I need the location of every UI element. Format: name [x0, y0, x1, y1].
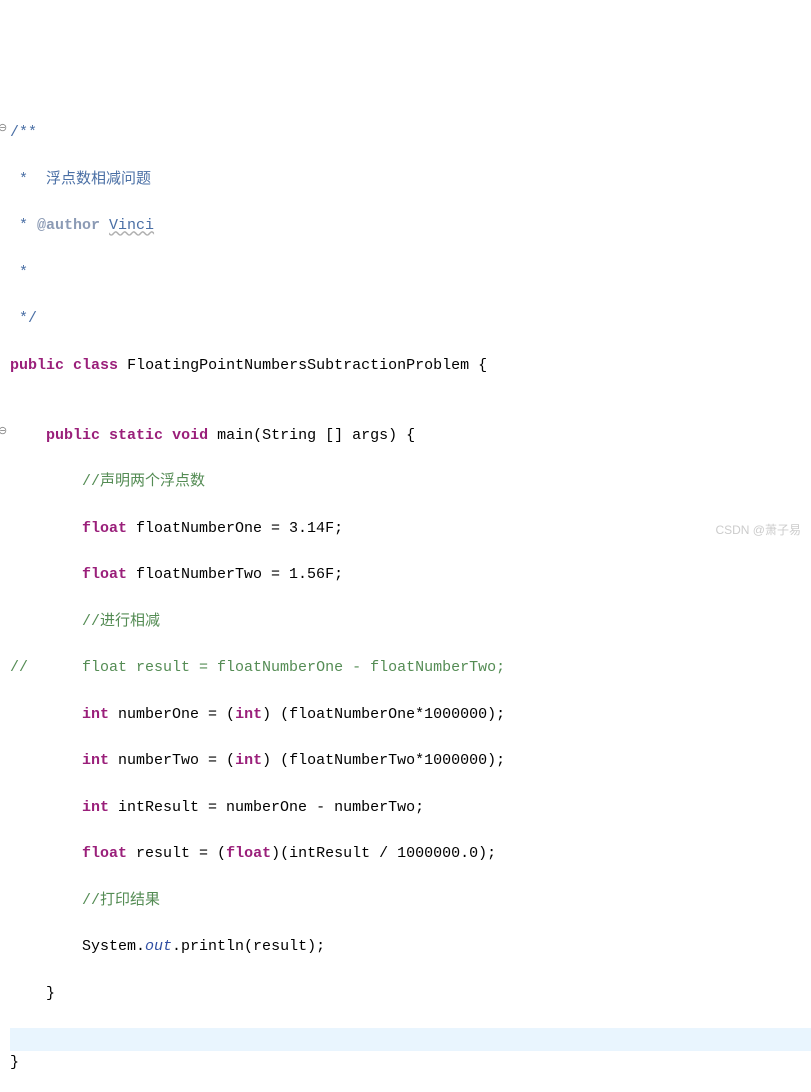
- indent: [10, 473, 82, 490]
- fold-indicator: ⊖: [0, 424, 7, 441]
- javadoc-star: *: [10, 264, 28, 281]
- decl-int1-tail: ) (floatNumberOne*1000000);: [262, 706, 505, 723]
- out-field: out: [145, 938, 172, 955]
- kw-class: class: [73, 357, 118, 374]
- comment-declare: //声明两个浮点数: [82, 473, 205, 490]
- javadoc-desc: 浮点数相减问题: [46, 171, 151, 188]
- brace-open: {: [469, 357, 487, 374]
- indent: [10, 799, 82, 816]
- indent: [10, 938, 82, 955]
- kw-float-cast: float: [226, 845, 271, 862]
- indent: [10, 613, 82, 630]
- javadoc-star: *: [10, 217, 37, 234]
- kw-int-cast: int: [235, 706, 262, 723]
- watermark: CSDN @萧子易: [715, 521, 801, 540]
- kw-int: int: [82, 799, 109, 816]
- kw-float: float: [82, 845, 127, 862]
- indent: [10, 520, 82, 537]
- decl-float2: floatNumberTwo = 1.56F;: [127, 566, 343, 583]
- comment-print: //打印结果: [82, 892, 160, 909]
- indent: [10, 706, 82, 723]
- decl-result: result = (: [127, 845, 226, 862]
- method-close: }: [10, 985, 55, 1002]
- kw-int: int: [82, 752, 109, 769]
- main-signature: main(String [] args) {: [208, 427, 415, 444]
- indent: [10, 845, 82, 862]
- kw-static: static: [109, 427, 163, 444]
- kw-public: public: [46, 427, 100, 444]
- system: System.: [82, 938, 145, 955]
- decl-intresult: intResult = numberOne - numberTwo;: [109, 799, 424, 816]
- indent: [10, 892, 82, 909]
- class-close: }: [10, 1054, 19, 1071]
- commented-out-prefix: //: [10, 659, 28, 676]
- decl-float1: floatNumberOne = 3.14F;: [127, 520, 343, 537]
- decl-result-tail: )(intResult / 1000000.0);: [271, 845, 496, 862]
- indent: [10, 427, 46, 444]
- javadoc-author-name: Vinci: [109, 217, 154, 234]
- current-line: [10, 1028, 811, 1051]
- kw-public: public: [10, 357, 64, 374]
- javadoc-star: *: [10, 171, 46, 188]
- decl-int1: numberOne = (: [109, 706, 235, 723]
- comment-subtract: //进行相减: [82, 613, 160, 630]
- kw-int: int: [82, 706, 109, 723]
- kw-int-cast: int: [235, 752, 262, 769]
- indent: [10, 752, 82, 769]
- decl-int2-tail: ) (floatNumberTwo*1000000);: [262, 752, 505, 769]
- decl-int2: numberTwo = (: [109, 752, 235, 769]
- fold-indicator: ⊖: [0, 121, 7, 138]
- code-block: ⊖/** * 浮点数相减问题 * @author Vinci * */ publ…: [10, 98, 811, 1092]
- println: .println(result);: [172, 938, 325, 955]
- kw-void: void: [172, 427, 208, 444]
- javadoc-close: */: [10, 310, 37, 327]
- indent: [10, 566, 82, 583]
- javadoc-open: /**: [10, 124, 37, 141]
- kw-float: float: [82, 566, 127, 583]
- commented-out-code: float result = floatNumberOne - floatNum…: [28, 659, 505, 676]
- javadoc-author-tag: @author: [37, 217, 100, 234]
- kw-float: float: [82, 520, 127, 537]
- class-name: FloatingPointNumbersSubtractionProblem: [127, 357, 469, 374]
